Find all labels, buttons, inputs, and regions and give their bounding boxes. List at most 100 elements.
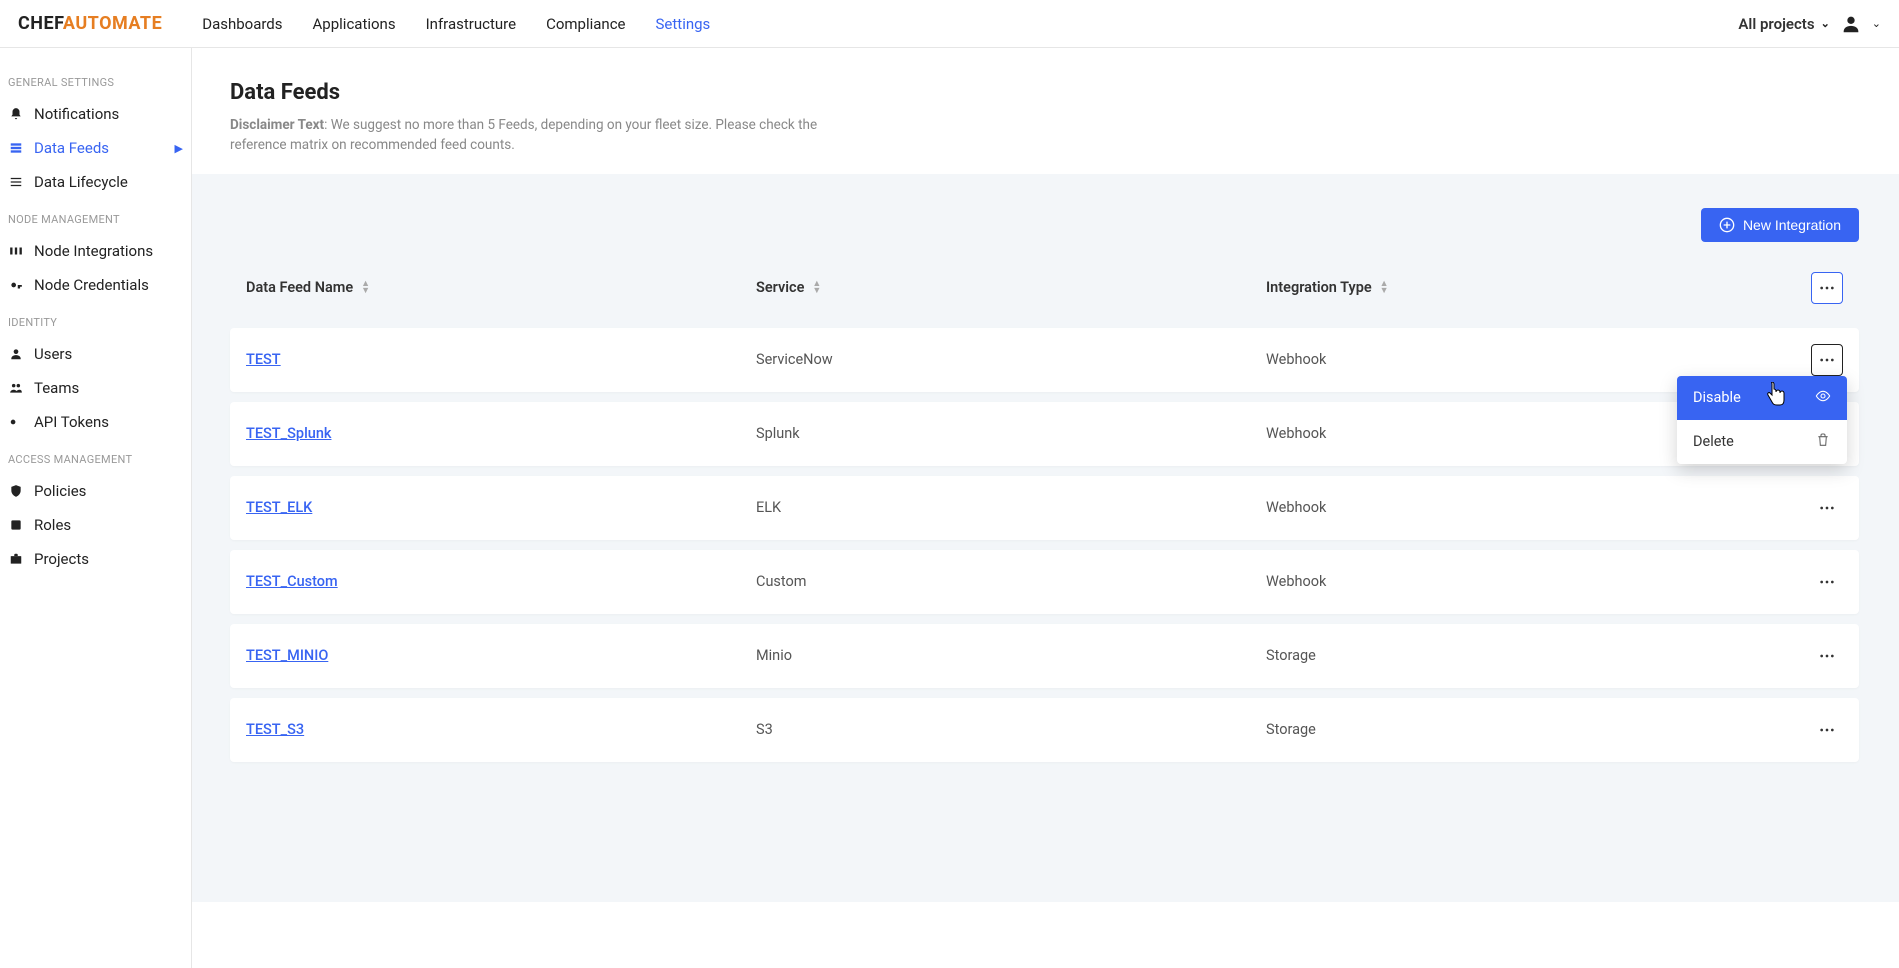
feed-service: Splunk [756,425,1266,442]
feed-service: S3 [756,721,1266,738]
sort-icon: ▲▼ [361,281,370,295]
menu-disable-label: Disable [1693,389,1741,406]
new-integration-label: New Integration [1743,217,1841,233]
sidebar-label: Policies [34,482,86,500]
user-menu-chevron-icon[interactable]: ⌄ [1872,17,1881,30]
trash-icon [1815,432,1831,452]
sort-icon: ▲▼ [812,281,821,295]
brand-logo: CHEFAUTOMATE [18,13,162,34]
row-actions-menu: Disable Delete [1677,376,1847,464]
nav-dashboards[interactable]: Dashboards [202,15,282,33]
key-icon [8,278,24,292]
menu-delete-label: Delete [1693,433,1734,450]
brand-part2: AUTOMATE [63,13,162,34]
sidebar-label: Data Feeds [34,139,109,157]
nav-infrastructure[interactable]: Infrastructure [426,15,516,33]
sort-icon: ▲▼ [1380,281,1389,295]
token-icon [8,415,24,429]
feed-service: Custom [756,573,1266,590]
feed-service: Minio [756,647,1266,664]
sidebar-item-data-lifecycle[interactable]: Data Lifecycle [0,165,191,199]
feed-type: Storage [1266,721,1793,738]
feed-link[interactable]: TEST_ELK [246,499,312,516]
plus-circle-icon [1719,217,1735,233]
sidebar-item-notifications[interactable]: Notifications [0,97,191,131]
projects-label: All projects [1738,15,1814,33]
row-actions-button[interactable] [1811,492,1843,524]
shield-icon [8,484,24,498]
column-header-service[interactable]: Service ▲▼ [756,279,1266,296]
sidebar-item-projects[interactable]: Projects [0,542,191,576]
table-row: TEST_MINIO Minio Storage [230,624,1859,688]
sidebar-label: Roles [34,516,71,534]
col-name-label: Data Feed Name [246,279,353,296]
eye-icon [1815,388,1831,408]
page-title: Data Feeds [230,80,1859,105]
column-header-name[interactable]: Data Feed Name ▲▼ [246,279,756,296]
menu-item-delete[interactable]: Delete [1677,420,1847,464]
sidebar: GENERAL SETTINGS Notifications Data Feed… [0,48,192,968]
section-identity: IDENTITY [0,302,191,337]
feed-type: Webhook [1266,499,1793,516]
sidebar-item-node-integrations[interactable]: Node Integrations [0,234,191,268]
table-row: TEST ServiceNow Webhook Disable Delete [230,328,1859,392]
sidebar-label: Projects [34,550,89,568]
table-row: TEST_Custom Custom Webhook [230,550,1859,614]
col-service-label: Service [756,279,804,296]
user-icon[interactable] [1840,13,1862,35]
sidebar-item-policies[interactable]: Policies [0,474,191,508]
sidebar-item-users[interactable]: Users [0,337,191,371]
brand-part1: CHEF [18,13,63,34]
disclaimer-label: Disclaimer Text [230,117,324,133]
triangle-right-icon: ▶ [175,142,183,155]
feed-link[interactable]: TEST_S3 [246,721,304,738]
person-icon [8,347,24,361]
nav-settings[interactable]: Settings [656,15,711,33]
feed-service: ELK [756,499,1266,516]
projects-dropdown[interactable]: All projects ⌄ [1738,15,1829,33]
sidebar-label: Users [34,345,72,363]
feed-icon [8,141,24,155]
nav-compliance[interactable]: Compliance [546,15,625,33]
chevron-down-icon: ⌄ [1821,17,1830,30]
sidebar-item-data-feeds[interactable]: Data Feeds ▶ [0,131,191,165]
disclaimer-text: Disclaimer Text: We suggest no more than… [230,115,870,156]
ellipsis-icon [1819,580,1835,584]
bell-icon [8,107,24,121]
feed-type: Webhook [1266,351,1793,368]
section-node: NODE MANAGEMENT [0,199,191,234]
sidebar-label: Teams [34,379,79,397]
integrations-icon [8,244,24,258]
sidebar-item-node-credentials[interactable]: Node Credentials [0,268,191,302]
ellipsis-icon [1819,728,1835,732]
sidebar-label: API Tokens [34,413,109,431]
feed-service: ServiceNow [756,351,1266,368]
sidebar-item-api-tokens[interactable]: API Tokens [0,405,191,439]
ellipsis-icon [1819,654,1835,658]
feed-link[interactable]: TEST_MINIO [246,647,328,664]
sidebar-label: Node Credentials [34,276,149,294]
feed-link[interactable]: TEST_Splunk [246,425,331,442]
lifecycle-icon [8,175,24,189]
new-integration-button[interactable]: New Integration [1701,208,1859,242]
feed-type: Storage [1266,647,1793,664]
column-header-type[interactable]: Integration Type ▲▼ [1266,279,1793,296]
col-type-label: Integration Type [1266,279,1372,296]
feed-link[interactable]: TEST_Custom [246,573,338,590]
header-actions-button[interactable] [1811,272,1843,304]
table-row: TEST_Splunk Splunk Webhook [230,402,1859,466]
menu-item-disable[interactable]: Disable [1677,376,1847,420]
row-actions-button[interactable] [1811,566,1843,598]
row-actions-button[interactable] [1811,640,1843,672]
sidebar-item-roles[interactable]: Roles [0,508,191,542]
nav-applications[interactable]: Applications [313,15,396,33]
feed-link[interactable]: TEST [246,351,281,368]
row-actions-button[interactable] [1811,714,1843,746]
sidebar-label: Data Lifecycle [34,173,128,191]
feed-type: Webhook [1266,573,1793,590]
sidebar-item-teams[interactable]: Teams [0,371,191,405]
section-general: GENERAL SETTINGS [0,62,191,97]
main-content: Data Feeds Disclaimer Text: We suggest n… [192,48,1899,968]
row-actions-button[interactable] [1811,344,1843,376]
table-header: Data Feed Name ▲▼ Service ▲▼ Integration… [230,258,1859,318]
